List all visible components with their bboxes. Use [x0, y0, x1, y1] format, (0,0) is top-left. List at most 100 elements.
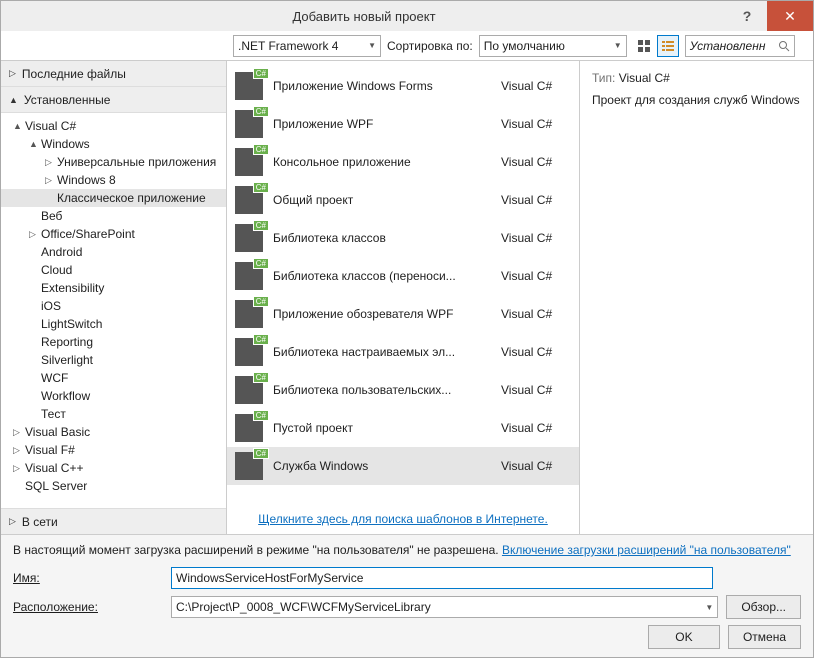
template-name: Общий проект: [273, 193, 491, 207]
template-row[interactable]: Пустой проектVisual C#: [227, 409, 579, 447]
titlebar: Добавить новый проект ? ✕: [1, 1, 813, 31]
template-lang: Visual C#: [501, 155, 571, 169]
expand-icon: ▷: [45, 157, 57, 168]
framework-combo[interactable]: .NET Framework 4 ▼: [233, 35, 381, 57]
expand-icon: ▲: [13, 121, 25, 131]
close-button[interactable]: ✕: [767, 1, 813, 31]
tree-item[interactable]: Silverlight: [1, 351, 226, 369]
view-list-button[interactable]: [657, 35, 679, 57]
template-icon: [235, 262, 263, 290]
template-column: Приложение Windows FormsVisual C#Приложе…: [227, 61, 579, 534]
online-search-row: Щелкните здесь для поиска шаблонов в Инт…: [227, 504, 579, 534]
chevron-down-icon: ▼: [614, 41, 622, 50]
tree-item-label: LightSwitch: [41, 317, 102, 331]
template-name: Служба Windows: [273, 459, 491, 473]
category-column: ▷ Последние файлы ▲ Установленные ▲Visua…: [1, 61, 227, 534]
tree-item[interactable]: Веб: [1, 207, 226, 225]
template-name: Приложение обозревателя WPF: [273, 307, 491, 321]
tree-item[interactable]: LightSwitch: [1, 315, 226, 333]
expand-icon: ▷: [29, 229, 41, 240]
template-row[interactable]: Библиотека пользовательских...Visual C#: [227, 371, 579, 409]
tree-item-label: Visual F#: [25, 443, 75, 457]
template-name: Библиотека настраиваемых эл...: [273, 345, 491, 359]
template-name: Приложение Windows Forms: [273, 79, 491, 93]
help-button[interactable]: ?: [727, 1, 767, 31]
template-row[interactable]: Приложение обозревателя WPFVisual C#: [227, 295, 579, 333]
template-lang: Visual C#: [501, 231, 571, 245]
tree-item[interactable]: ▷Visual F#: [1, 441, 226, 459]
tree-item[interactable]: Workflow: [1, 387, 226, 405]
tree-item-label: Visual Basic: [25, 425, 90, 439]
cancel-button[interactable]: Отмена: [728, 625, 801, 649]
ok-button[interactable]: OK: [648, 625, 720, 649]
template-list[interactable]: Приложение Windows FormsVisual C#Приложе…: [227, 61, 579, 504]
tree-item[interactable]: ▷Windows 8: [1, 171, 226, 189]
framework-value: .NET Framework 4: [238, 39, 338, 53]
template-name: Приложение WPF: [273, 117, 491, 131]
tree-item-label: Visual C#: [25, 119, 76, 133]
chevron-down-icon: ▼: [368, 41, 376, 50]
tree-item-label: Office/SharePoint: [41, 227, 135, 241]
tree-item[interactable]: ▷Универсальные приложения: [1, 153, 226, 171]
warning-link[interactable]: Включение загрузки расширений "на пользо…: [502, 543, 791, 557]
template-row[interactable]: Общий проектVisual C#: [227, 181, 579, 219]
tree-item-label: Веб: [41, 209, 62, 223]
template-name: Библиотека классов: [273, 231, 491, 245]
template-row[interactable]: Служба Windows Visual C#: [227, 447, 579, 485]
expand-icon: ▷: [13, 427, 25, 438]
tree-item[interactable]: Android: [1, 243, 226, 261]
browse-button[interactable]: Обзор...: [726, 595, 801, 619]
expand-icon: ▷: [45, 175, 57, 186]
name-input[interactable]: [171, 567, 713, 589]
template-row[interactable]: Приложение Windows FormsVisual C#: [227, 67, 579, 105]
tree-item[interactable]: ▷Visual Basic: [1, 423, 226, 441]
type-label: Тип:: [592, 71, 615, 85]
template-lang: Visual C#: [501, 459, 571, 473]
tree-item[interactable]: WCF: [1, 369, 226, 387]
tree-item[interactable]: Cloud: [1, 261, 226, 279]
window-title: Добавить новый проект: [1, 9, 727, 24]
tree-item-label: Android: [41, 245, 82, 259]
template-description: Проект для создания служб Windows: [592, 93, 801, 107]
template-row[interactable]: Приложение WPF Visual C#: [227, 105, 579, 143]
tree-item-label: iOS: [41, 299, 61, 313]
location-combo[interactable]: C:\Project\P_0008_WCF\WCFMyServiceLibrar…: [171, 596, 718, 618]
main-content: ▷ Последние файлы ▲ Установленные ▲Visua…: [1, 61, 813, 534]
section-online[interactable]: ▷ В сети: [1, 508, 226, 534]
tree-item[interactable]: Reporting: [1, 333, 226, 351]
tree-item-label: Windows 8: [57, 173, 116, 187]
tree-item[interactable]: ▲Visual C#: [1, 117, 226, 135]
tree-item[interactable]: ▲Windows: [1, 135, 226, 153]
sort-label: Сортировка по:: [387, 39, 473, 53]
tree-item[interactable]: ▷Office/SharePoint: [1, 225, 226, 243]
tree-item[interactable]: Тест: [1, 405, 226, 423]
template-lang: Visual C#: [501, 117, 571, 131]
type-value: Visual C#: [619, 71, 670, 85]
template-lang: Visual C#: [501, 383, 571, 397]
template-row[interactable]: Консольное приложениеVisual C#: [227, 143, 579, 181]
tree-item[interactable]: iOS: [1, 297, 226, 315]
tree-item[interactable]: Классическое приложение: [1, 189, 226, 207]
category-tree[interactable]: ▲Visual C#▲Windows▷Универсальные приложе…: [1, 113, 226, 508]
section-installed[interactable]: ▲ Установленные: [1, 87, 226, 113]
section-recent[interactable]: ▷ Последние файлы: [1, 61, 226, 87]
online-search-link[interactable]: Щелкните здесь для поиска шаблонов в Инт…: [258, 512, 548, 526]
tree-item[interactable]: SQL Server: [1, 477, 226, 495]
expand-icon: ▲: [29, 139, 41, 149]
sort-combo[interactable]: По умолчанию ▼: [479, 35, 627, 57]
template-lang: Visual C#: [501, 269, 571, 283]
template-icon: [235, 72, 263, 100]
template-name: Библиотека классов (переноси...: [273, 269, 491, 283]
warning-text: В настоящий момент загрузка расширений в…: [13, 543, 801, 557]
template-row[interactable]: Библиотека настраиваемых эл... Visual C#: [227, 333, 579, 371]
template-lang: Visual C#: [501, 345, 571, 359]
template-row[interactable]: Библиотека классов (переноси... Visual C#: [227, 257, 579, 295]
template-row[interactable]: Библиотека классов Visual C#: [227, 219, 579, 257]
tree-item[interactable]: Extensibility: [1, 279, 226, 297]
template-icon: [235, 110, 263, 138]
view-large-icons-button[interactable]: [633, 35, 655, 57]
template-icon: [235, 376, 263, 404]
tree-item[interactable]: ▷Visual C++: [1, 459, 226, 477]
search-input[interactable]: Установленн: [685, 35, 795, 57]
template-icon: [235, 186, 263, 214]
